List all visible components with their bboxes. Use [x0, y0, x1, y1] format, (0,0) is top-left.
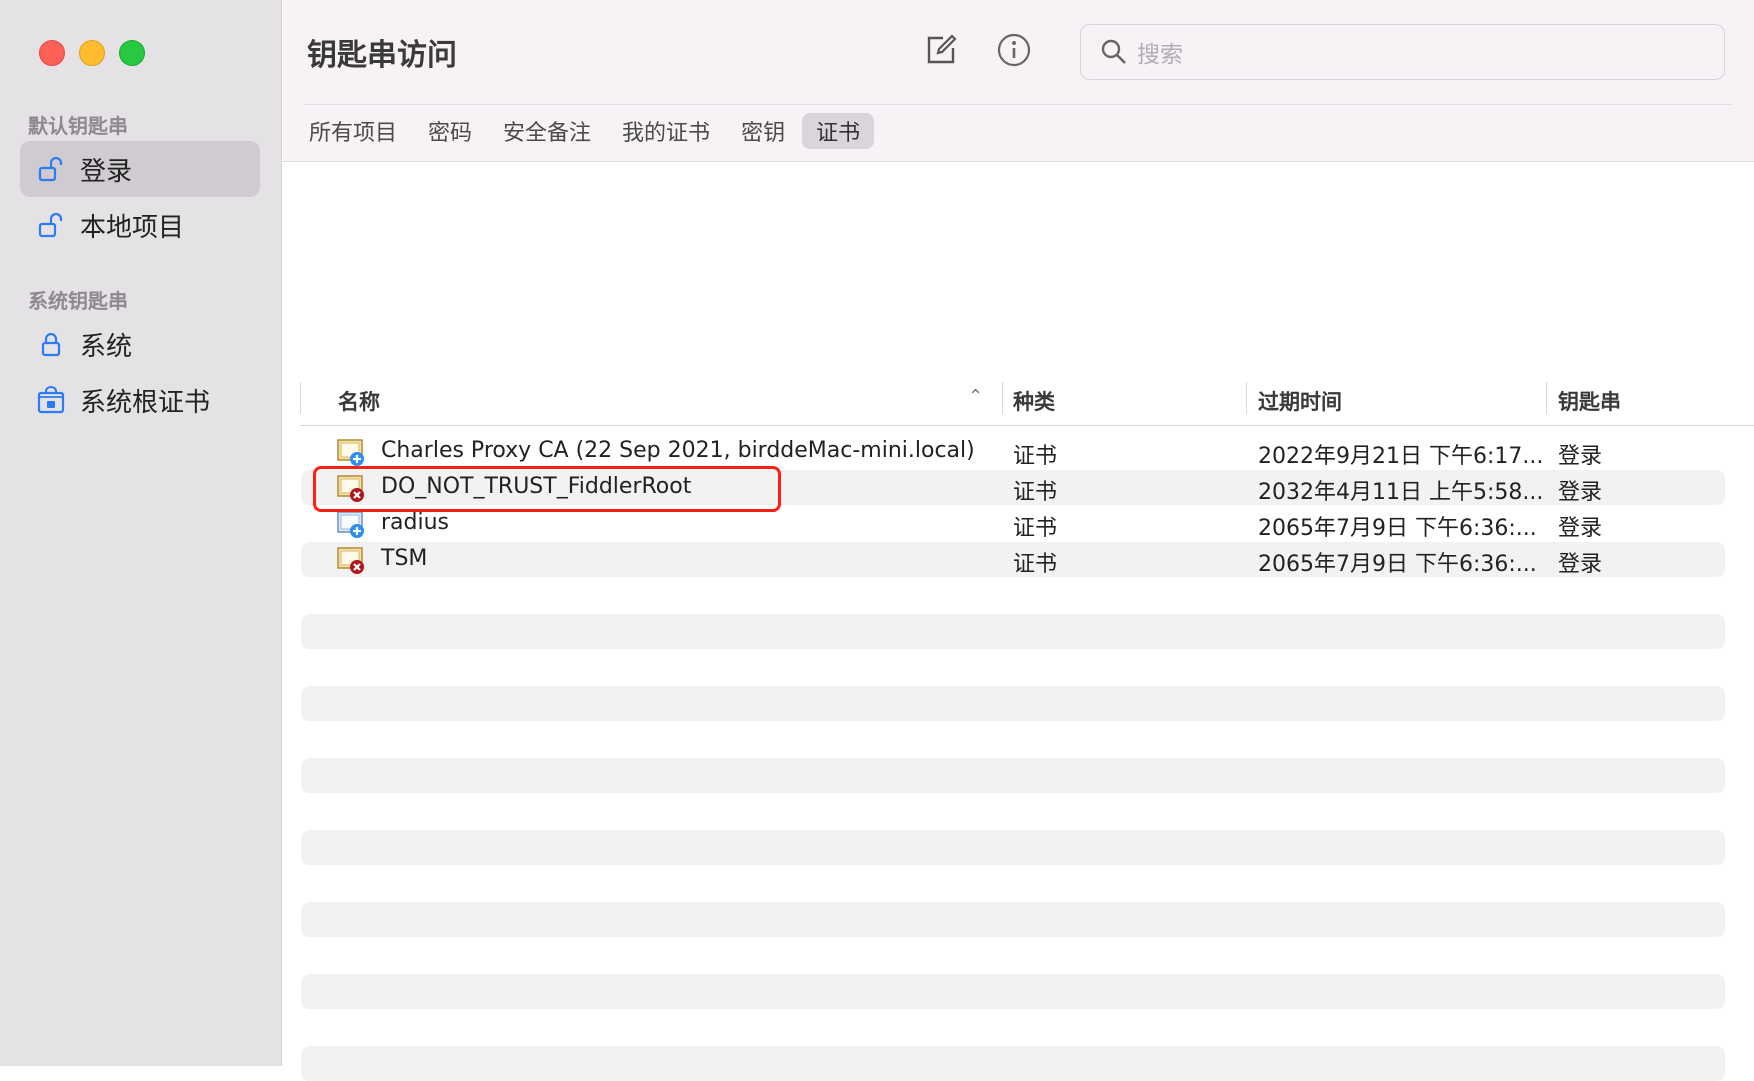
locked-padlock-icon — [36, 329, 66, 359]
sidebar-item-label: 本地项目 — [80, 212, 185, 243]
empty-row — [301, 758, 1725, 793]
table-row[interactable]: Charles Proxy CA (22 Sep 2021, birddeMac… — [301, 434, 1725, 469]
toolbar-divider — [303, 104, 1733, 105]
empty-row — [301, 686, 1725, 721]
highlight-annotation-box — [313, 466, 781, 512]
certificate-untrusted-icon — [336, 546, 366, 576]
column-separator[interactable] — [1546, 382, 1547, 414]
search-placeholder: 搜索 — [1137, 42, 1183, 68]
empty-row — [301, 974, 1725, 1009]
sidebar-item-system-roots[interactable]: 系统根证书 — [20, 372, 260, 428]
tab-certificates[interactable]: 证书 — [802, 113, 875, 149]
column-header-keychain[interactable]: 钥匙串 — [1558, 386, 1621, 416]
sidebar: 默认钥匙串 登录 本地项目 系统钥匙串 系统 系统根证书 — [0, 0, 282, 1066]
zoom-window-button[interactable] — [119, 40, 145, 66]
sidebar-item-local-items[interactable]: 本地项目 — [20, 197, 260, 253]
keychain-access-window: 默认钥匙串 登录 本地项目 系统钥匙串 系统 系统根证书 钥匙串访问 搜索 所有… — [0, 0, 1754, 1081]
tab-secure-notes[interactable]: 安全备注 — [489, 113, 605, 149]
cell-name: Charles Proxy CA (22 Sep 2021, birddeMac… — [381, 438, 975, 463]
unlocked-padlock-icon — [36, 210, 66, 240]
column-header-name[interactable]: 名称 — [338, 386, 380, 416]
sidebar-item-label: 系统根证书 — [80, 387, 211, 418]
locked-cabinet-icon — [36, 385, 66, 415]
table-header: 名称 ⌃ 种类 过期时间 钥匙串 — [300, 380, 1754, 426]
table-row[interactable]: TSM 证书 2065年7月9日 下午6:36:... 登录 — [301, 542, 1725, 577]
section-default-keychains: 默认钥匙串 — [28, 114, 128, 138]
cell-kind: 证书 — [1013, 480, 1058, 505]
sidebar-item-label: 系统 — [80, 331, 133, 362]
cell-keychain: 登录 — [1558, 516, 1603, 541]
minimize-window-button[interactable] — [79, 40, 105, 66]
cell-keychain: 登录 — [1558, 444, 1603, 469]
empty-row — [301, 614, 1725, 649]
column-separator — [300, 382, 301, 414]
cell-expires: 2032年4月11日 上午5:58... — [1258, 480, 1544, 505]
compose-icon[interactable] — [921, 30, 961, 70]
search-icon — [1099, 37, 1129, 67]
cell-keychain: 登录 — [1558, 552, 1603, 577]
section-system-keychains: 系统钥匙串 — [28, 289, 128, 313]
cell-expires: 2065年7月9日 下午6:36:... — [1258, 516, 1537, 541]
sidebar-item-login[interactable]: 登录 — [20, 141, 260, 197]
sort-ascending-icon[interactable]: ⌃ — [968, 386, 983, 407]
cell-expires: 2065年7月9日 下午6:36:... — [1258, 552, 1537, 577]
tab-passwords[interactable]: 密码 — [414, 113, 486, 149]
cell-expires: 2022年9月21日 下午6:17... — [1258, 444, 1544, 469]
cell-name: radius — [381, 510, 450, 535]
column-separator[interactable] — [1002, 382, 1003, 414]
unlocked-padlock-icon — [36, 154, 66, 184]
window-title: 钥匙串访问 — [307, 38, 457, 73]
close-window-button[interactable] — [39, 40, 65, 66]
cell-kind: 证书 — [1013, 444, 1058, 469]
tab-keys[interactable]: 密钥 — [727, 113, 799, 149]
toolbar: 钥匙串访问 搜索 所有项目 密码 安全备注 我的证书 密钥 证书 — [283, 0, 1754, 162]
cell-name: TSM — [381, 546, 428, 571]
certificate-trusted-icon — [336, 438, 366, 468]
empty-row — [301, 902, 1725, 937]
tab-all-items[interactable]: 所有项目 — [295, 113, 411, 149]
empty-row — [301, 1046, 1725, 1081]
info-icon[interactable] — [994, 30, 1034, 70]
sidebar-item-label: 登录 — [80, 156, 133, 187]
cell-kind: 证书 — [1013, 516, 1058, 541]
empty-row — [301, 830, 1725, 865]
certificate-trusted-icon — [336, 510, 366, 540]
column-header-kind[interactable]: 种类 — [1013, 386, 1055, 416]
category-tabs: 所有项目 密码 安全备注 我的证书 密钥 证书 — [295, 113, 877, 149]
cell-keychain: 登录 — [1558, 480, 1603, 505]
column-header-expires[interactable]: 过期时间 — [1258, 386, 1342, 416]
cell-kind: 证书 — [1013, 552, 1058, 577]
column-separator[interactable] — [1246, 382, 1247, 414]
search-field[interactable]: 搜索 — [1080, 24, 1725, 80]
tab-my-certificates[interactable]: 我的证书 — [608, 113, 724, 149]
sidebar-item-system[interactable]: 系统 — [20, 316, 260, 372]
